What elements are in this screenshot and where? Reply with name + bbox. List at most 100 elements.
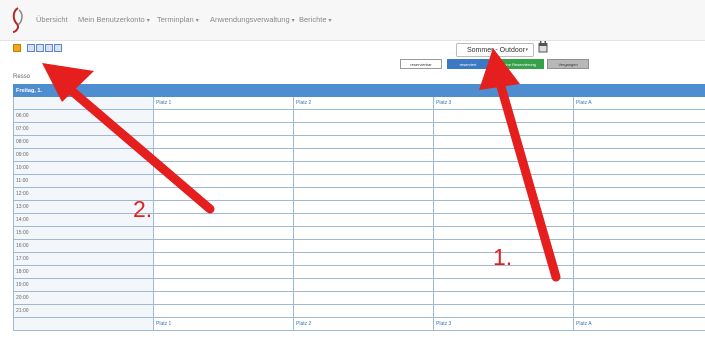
nav-app-management[interactable]: Anwendungsverwaltung ▾ — [210, 15, 295, 24]
slot-cell[interactable] — [433, 213, 574, 227]
date-nav-prev[interactable]: Resso — [13, 74, 30, 80]
slot-cell[interactable] — [293, 265, 434, 279]
table-row: 11:00 — [13, 174, 705, 188]
legend-reserved: reserviert — [447, 59, 489, 69]
slot-cell[interactable] — [153, 265, 294, 279]
slot-cell[interactable] — [573, 226, 705, 240]
slot-cell[interactable] — [153, 200, 294, 214]
app-logo-icon[interactable] — [10, 6, 26, 34]
slot-cell[interactable] — [293, 252, 434, 266]
slot-cell[interactable] — [433, 109, 574, 123]
slot-cell[interactable] — [433, 187, 574, 201]
monitor-icon[interactable] — [54, 44, 62, 52]
slot-cell[interactable] — [153, 213, 294, 227]
column-header-4: Platz A — [573, 96, 705, 110]
slot-cell[interactable] — [293, 304, 434, 318]
column-header-1: Platz 1 — [153, 317, 294, 331]
slot-cell[interactable] — [433, 226, 574, 240]
slot-cell[interactable] — [433, 291, 574, 305]
slot-cell[interactable] — [153, 226, 294, 240]
slot-cell[interactable] — [293, 161, 434, 175]
slot-cell[interactable] — [573, 291, 705, 305]
slot-cell[interactable] — [293, 148, 434, 162]
slot-cell[interactable] — [293, 174, 434, 188]
category-select[interactable]: Sommer - Outdoor ▾ — [456, 43, 534, 57]
time-label: 21:00 — [13, 304, 154, 318]
slot-cell[interactable] — [433, 304, 574, 318]
chevron-down-icon: ▾ — [195, 18, 199, 24]
calendar-icon[interactable] — [538, 41, 548, 53]
slot-cell[interactable] — [153, 239, 294, 253]
slot-cell[interactable] — [153, 135, 294, 149]
table-row: 20:00 — [13, 291, 705, 305]
nav-reports[interactable]: Berichte ▾ — [299, 15, 332, 24]
slot-cell[interactable] — [153, 278, 294, 292]
slot-cell[interactable] — [153, 161, 294, 175]
table-row: 12:00 — [13, 187, 705, 201]
slot-cell[interactable] — [293, 239, 434, 253]
slot-cell[interactable] — [433, 174, 574, 188]
time-label: 15:00 — [13, 226, 154, 240]
print-icon[interactable] — [45, 44, 53, 52]
slot-cell[interactable] — [573, 278, 705, 292]
slot-cell[interactable] — [573, 200, 705, 214]
slot-cell[interactable] — [573, 304, 705, 318]
nav-account[interactable]: Mein Benutzerkonto ▾ — [78, 15, 150, 24]
slot-cell[interactable] — [153, 291, 294, 305]
slot-cell[interactable] — [293, 278, 434, 292]
nav-overview[interactable]: Übersicht — [36, 15, 68, 24]
legend-available: reservierbar — [400, 59, 442, 69]
slot-cell[interactable] — [293, 200, 434, 214]
chevron-down-icon: ▾ — [525, 47, 528, 53]
top-navbar: Übersicht Mein Benutzerkonto ▾ Terminplan… — [0, 0, 705, 41]
slot-cell[interactable] — [573, 239, 705, 253]
day-view-icon[interactable] — [27, 44, 35, 52]
table-row: 14:00 — [13, 213, 705, 227]
table-row: 08:00 — [13, 135, 705, 149]
table-row: 16:00 — [13, 239, 705, 253]
slot-cell[interactable] — [573, 265, 705, 279]
slot-cell[interactable] — [153, 122, 294, 136]
slot-cell[interactable] — [573, 135, 705, 149]
table-row: 09:00 — [13, 148, 705, 162]
slot-cell[interactable] — [293, 187, 434, 201]
slot-cell[interactable] — [293, 226, 434, 240]
slot-cell[interactable] — [293, 122, 434, 136]
slot-cell[interactable] — [293, 135, 434, 149]
column-header-2: Platz 2 — [293, 96, 434, 110]
slot-cell[interactable] — [433, 161, 574, 175]
legend-my-reservation: Meine Reservierung — [492, 59, 544, 69]
slot-cell[interactable] — [573, 252, 705, 266]
slot-cell[interactable] — [433, 135, 574, 149]
slot-cell[interactable] — [153, 148, 294, 162]
table-row: 07:00 — [13, 122, 705, 136]
week-view-icon[interactable] — [36, 44, 44, 52]
slot-cell[interactable] — [573, 213, 705, 227]
slot-cell[interactable] — [293, 109, 434, 123]
column-footer-row: Platz 1 Platz 2 Platz 3 Platz A — [13, 317, 705, 331]
slot-cell[interactable] — [153, 174, 294, 188]
column-header-1: Platz 1 — [153, 96, 294, 110]
slot-cell[interactable] — [153, 252, 294, 266]
slot-cell[interactable] — [573, 174, 705, 188]
slot-cell[interactable] — [433, 148, 574, 162]
table-row: 06:00 — [13, 109, 705, 123]
slot-cell[interactable] — [433, 200, 574, 214]
slot-cell[interactable] — [293, 213, 434, 227]
slot-cell[interactable] — [433, 122, 574, 136]
slot-cell[interactable] — [153, 187, 294, 201]
nav-schedule[interactable]: Terminplan ▾ — [157, 15, 199, 24]
slot-cell[interactable] — [433, 278, 574, 292]
slot-cell[interactable] — [153, 109, 294, 123]
date-nav-next[interactable]: 0 — [76, 74, 79, 80]
add-icon[interactable] — [13, 44, 21, 52]
slot-cell[interactable] — [573, 109, 705, 123]
slot-cell[interactable] — [573, 161, 705, 175]
column-header-3: Platz 3 — [433, 317, 574, 331]
slot-cell[interactable] — [573, 187, 705, 201]
slot-cell[interactable] — [573, 148, 705, 162]
slot-cell[interactable] — [153, 304, 294, 318]
corner-cell — [13, 96, 154, 110]
slot-cell[interactable] — [573, 122, 705, 136]
slot-cell[interactable] — [293, 291, 434, 305]
